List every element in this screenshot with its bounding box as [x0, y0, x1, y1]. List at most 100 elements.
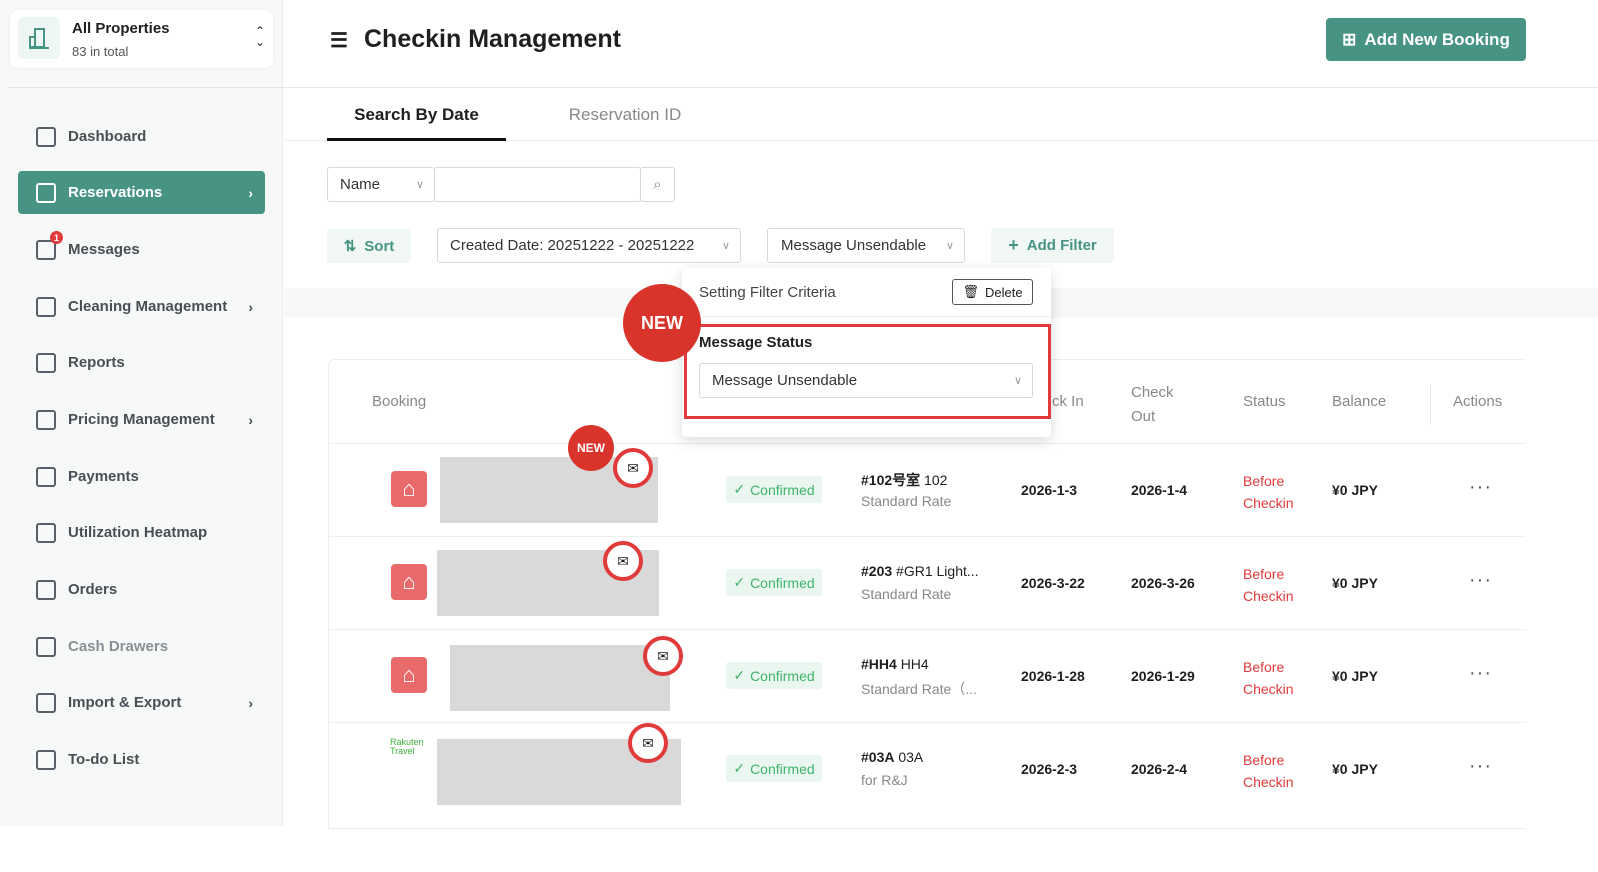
sidebar-item-label: To-do List: [68, 751, 140, 768]
add-new-booking-button[interactable]: ⊞ Add New Booking: [1326, 18, 1526, 61]
checkin-state: Before Checkin: [1243, 752, 1294, 790]
menu-collapse-icon[interactable]: ☰: [330, 28, 348, 53]
check-out-date: 2026-1-29: [1131, 668, 1195, 684]
check-out-date: 2026-3-26: [1131, 575, 1195, 591]
sidebar-item-label: Cleaning Management: [68, 298, 228, 315]
sidebar-item-pricing-management[interactable]: Pricing Management ›: [18, 398, 265, 441]
chevron-right-icon: ›: [248, 411, 253, 428]
more-actions-icon[interactable]: ···: [1469, 476, 1492, 499]
sidebar-item-utilization-heatmap[interactable]: Utilization Heatmap: [18, 511, 265, 554]
rate-plan: Standard Rate: [861, 586, 952, 602]
delete-button[interactable]: 🗑 Delete: [952, 279, 1033, 305]
to-do-list-icon: [36, 749, 56, 770]
check-icon: ✓: [733, 760, 746, 776]
sort-icon: ⇅: [343, 238, 357, 255]
created-date-label: Created Date: 20251222 - 20251222: [450, 237, 695, 254]
check-icon: ✓: [733, 574, 746, 590]
balance: ¥0 JPY: [1332, 575, 1378, 591]
property-name: All Properties: [72, 20, 170, 37]
dashboard-icon: [36, 126, 56, 147]
import-export-icon: [36, 692, 56, 713]
sort-label: Sort: [364, 237, 395, 255]
status-badge: ✓ Confirmed: [726, 476, 822, 503]
sidebar-item-label: Import & Export: [68, 694, 182, 711]
message-status-label: Message Status: [699, 334, 813, 351]
room-name: 03A: [898, 749, 924, 765]
check-in-date: 2026-2-3: [1021, 761, 1078, 777]
delete-label: Delete: [984, 284, 1023, 300]
message-unsendable-icon[interactable]: ✉: [613, 448, 653, 488]
unread-badge: 1: [50, 231, 63, 244]
message-unsendable-icon[interactable]: ✉: [643, 636, 683, 676]
header-balance: Balance: [1332, 393, 1387, 410]
sidebar-item-dashboard[interactable]: Dashboard: [18, 115, 265, 158]
more-actions-icon[interactable]: ···: [1469, 662, 1492, 685]
header-check-in: ck In: [1052, 393, 1084, 410]
building-icon: [18, 17, 60, 59]
sidebar-item-cash-drawers[interactable]: Cash Drawers: [18, 625, 265, 668]
sidebar-item-reports[interactable]: Reports: [18, 341, 265, 384]
sidebar-item-reservations[interactable]: Reservations ›: [18, 171, 265, 214]
header-check-out: Check Out: [1131, 384, 1174, 425]
room-name: #GR1 Light...: [896, 563, 979, 579]
cash-drawers-icon: [36, 636, 56, 657]
trash-icon: 🗑: [962, 284, 979, 299]
plus-icon: +: [1008, 235, 1019, 255]
sidebar-item-label: Messages: [68, 241, 140, 258]
check-icon: ✓: [733, 481, 746, 497]
add-filter-button[interactable]: + Add Filter: [991, 228, 1114, 263]
sidebar-item-messages[interactable]: Messages 1: [18, 228, 265, 271]
expand-collapse-icon: ⌃ ⌄: [254, 24, 265, 49]
search-input[interactable]: [434, 167, 641, 202]
header-status: Status: [1243, 393, 1286, 410]
airbnb-logo: ⌂: [391, 564, 427, 600]
sidebar-item-import-export[interactable]: Import & Export ›: [18, 681, 265, 724]
chevron-right-icon: ›: [248, 694, 253, 711]
checkin-state: Before Checkin: [1243, 566, 1294, 604]
chevron-down-icon: ∨: [415, 179, 424, 191]
sidebar-item-label: Dashboard: [68, 128, 147, 145]
created-date-filter[interactable]: Created Date: 20251222 - 20251222 ∨: [437, 228, 741, 263]
more-actions-icon[interactable]: ···: [1469, 755, 1492, 778]
chevron-down-icon: ∨: [945, 240, 954, 252]
tab-reservation-id[interactable]: Reservation ID: [540, 105, 710, 125]
header-booking: Booking: [372, 393, 427, 410]
message-filter[interactable]: Message Unsendable ∨: [767, 228, 965, 263]
check-in-date: 2026-1-3: [1021, 482, 1078, 498]
message-unsendable-icon[interactable]: ✉: [603, 541, 643, 581]
sidebar-item-label: Payments: [68, 468, 139, 485]
sort-button[interactable]: ⇅ Sort: [327, 229, 411, 263]
check-in-date: 2026-3-22: [1021, 575, 1085, 591]
sidebar: All Properties 83 in total ⌃ ⌄ Dashboard R…: [0, 0, 283, 826]
sidebar-item-label: Orders: [68, 581, 118, 598]
check-in-date: 2026-1-28: [1021, 668, 1085, 684]
chevron-right-icon: ›: [248, 184, 253, 201]
message-filter-label: Message Unsendable: [781, 237, 927, 254]
room-number: #102号室: [861, 472, 921, 488]
pricing-management-icon: [36, 409, 56, 430]
tab-search-by-date[interactable]: Search By Date: [327, 105, 506, 141]
sidebar-item-payments[interactable]: Payments: [18, 455, 265, 498]
room-name: HH4: [900, 656, 929, 672]
chevron-down-icon: ∨: [1013, 375, 1022, 387]
property-count: 83 in total: [72, 44, 129, 59]
room-number: #HH4: [861, 656, 897, 672]
room-name: 102: [924, 472, 948, 488]
balance: ¥0 JPY: [1332, 668, 1378, 684]
airbnb-logo: ⌂: [391, 657, 427, 693]
more-actions-icon[interactable]: ···: [1469, 569, 1492, 592]
message-status-select[interactable]: Message Unsendable ∨: [699, 363, 1033, 398]
message-unsendable-icon[interactable]: ✉: [628, 723, 668, 763]
sidebar-item-cleaning-management[interactable]: Cleaning Management ›: [18, 285, 265, 328]
search-field-select[interactable]: Name ∨: [327, 167, 435, 202]
message-status-value: Message Unsendable: [712, 372, 858, 389]
orders-icon: [36, 579, 56, 600]
sidebar-item-orders[interactable]: Orders: [18, 568, 265, 611]
balance: ¥0 JPY: [1332, 761, 1378, 777]
property-switcher[interactable]: All Properties 83 in total ⌃ ⌄: [10, 10, 273, 68]
room-number: #203: [861, 563, 893, 579]
status-label: Confirmed: [750, 667, 815, 684]
search-icon[interactable]: ⌕: [640, 167, 675, 202]
sidebar-item-to-do-list[interactable]: To-do List: [18, 738, 265, 781]
filter-criteria-popup: Setting Filter Criteria 🗑 Delete Message …: [682, 268, 1051, 437]
